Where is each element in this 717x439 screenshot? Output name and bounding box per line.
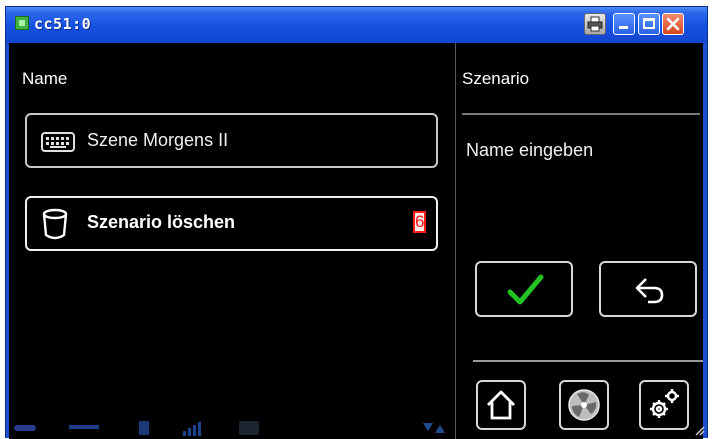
- fan-icon: [568, 389, 600, 421]
- signal-bars-icon: [183, 422, 201, 436]
- home-icon: [487, 390, 515, 420]
- status-indicator: [139, 421, 149, 435]
- title-bar[interactable]: cc51:0: [6, 7, 707, 43]
- back-arrow-icon: [635, 278, 664, 304]
- scene-name-label: Szene Morgens II: [87, 130, 229, 150]
- divider: [462, 113, 700, 115]
- home-button[interactable]: [476, 380, 526, 430]
- print-button[interactable]: [584, 13, 606, 35]
- status-indicator: [69, 425, 99, 429]
- settings-button[interactable]: [639, 380, 689, 430]
- bucket-icon: [42, 208, 68, 240]
- close-icon: [666, 17, 680, 31]
- settings-gears-icon: [650, 389, 679, 418]
- name-prompt: Name eingeben: [466, 140, 594, 160]
- close-button[interactable]: [662, 13, 684, 35]
- checkmark-icon: [507, 274, 544, 305]
- print-icon: [587, 16, 603, 32]
- name-label: Name: [22, 69, 68, 88]
- status-indicator: [14, 425, 36, 431]
- resize-grip-icon[interactable]: [693, 424, 705, 436]
- delete-scenario-label: Szenario löschen: [87, 212, 236, 232]
- window-title: cc51:0: [34, 15, 92, 33]
- back-button[interactable]: [599, 261, 697, 317]
- confirm-button[interactable]: [475, 261, 573, 317]
- wifi-icon: [423, 423, 445, 433]
- status-strip: [9, 415, 455, 439]
- keyboard-icon: [41, 132, 75, 152]
- scene-name-button[interactable]: Szene Morgens II: [25, 113, 438, 168]
- status-indicator: [239, 421, 259, 435]
- delete-scenario-button[interactable]: Szenario löschen 6: [25, 196, 438, 251]
- annotation-badge: 6: [413, 211, 426, 233]
- app-icon: [15, 16, 29, 30]
- minimize-button[interactable]: [613, 13, 635, 35]
- scenario-title: Szenario: [462, 69, 530, 88]
- fan-button[interactable]: [559, 380, 609, 430]
- maximize-button[interactable]: [638, 13, 660, 35]
- app-window: cc51:0 Name Szene Morgens II Szenario lö…: [5, 6, 708, 439]
- divider: [473, 360, 703, 362]
- panel-divider: [455, 43, 456, 439]
- screen-frame: cc51:0 Name Szene Morgens II Szenario lö…: [0, 0, 717, 439]
- app-content: Name Szene Morgens II Szenario löschen 6…: [9, 43, 703, 439]
